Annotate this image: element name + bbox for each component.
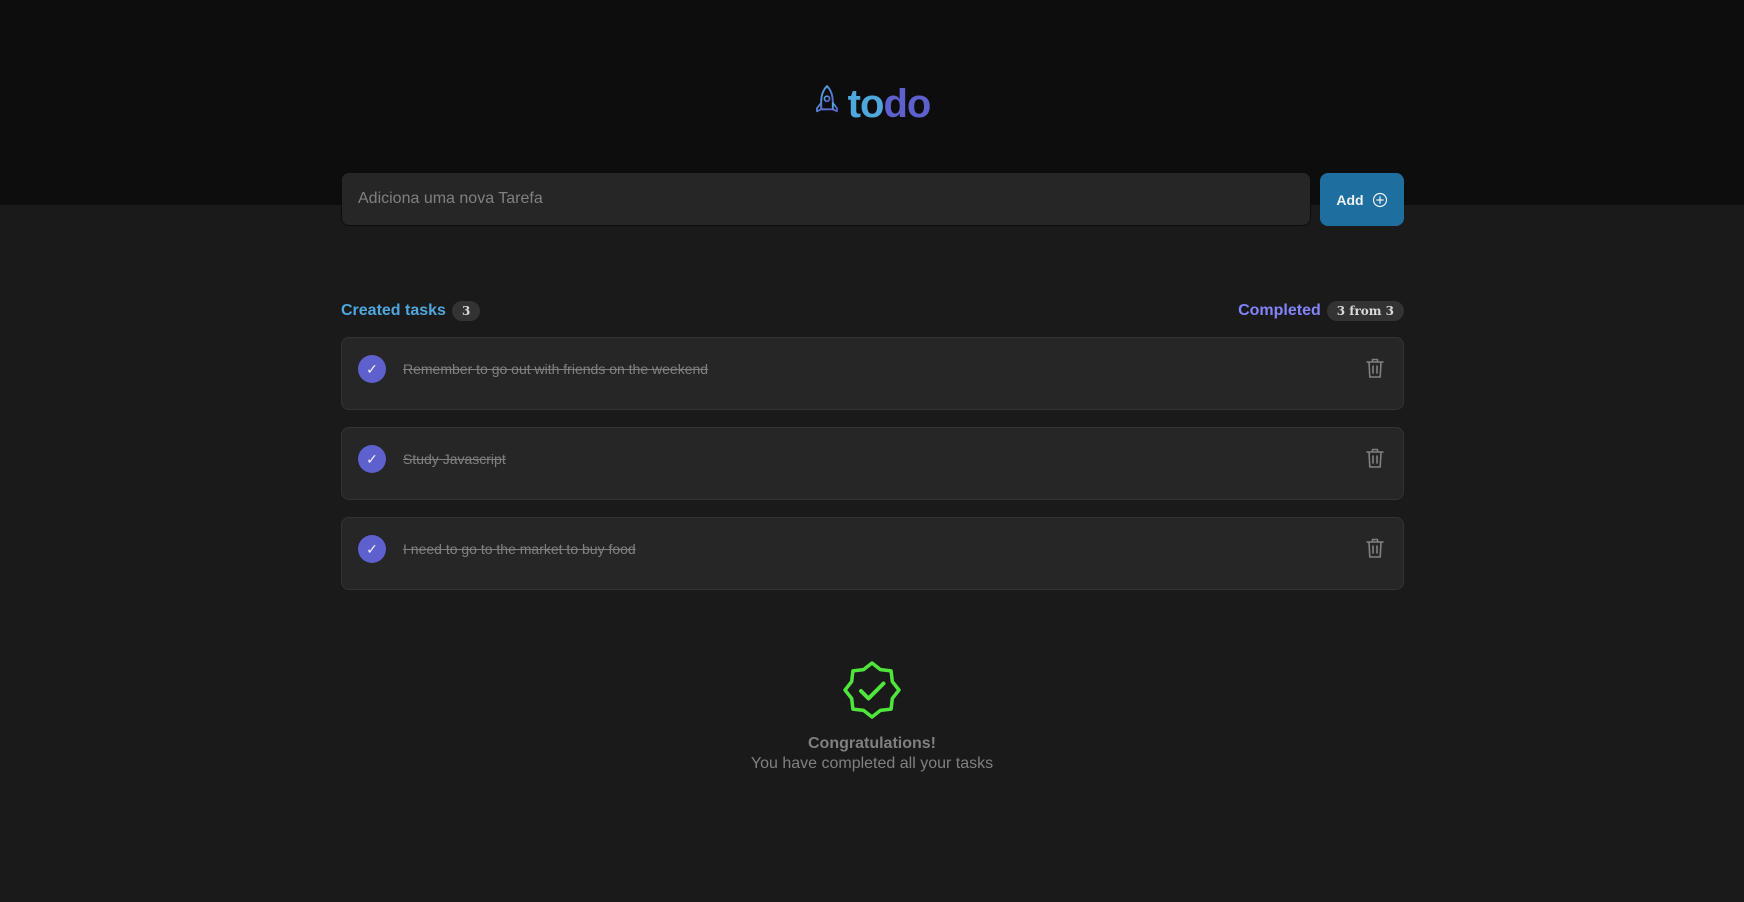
task-checkbox[interactable]: ✓	[358, 355, 386, 383]
task-item: ✓ I need to go to the market to buy food	[341, 517, 1404, 590]
trash-icon	[1366, 448, 1384, 468]
check-badge-icon	[843, 661, 901, 719]
new-task-input[interactable]	[341, 172, 1311, 226]
task-checkbox[interactable]: ✓	[358, 445, 386, 473]
logo-text-part2: do	[883, 82, 931, 126]
created-tasks-label: Created tasks	[341, 302, 446, 319]
plus-circle-icon	[1372, 192, 1387, 207]
congratulations-title: Congratulations!	[808, 735, 936, 752]
created-tasks-count: 3	[451, 301, 481, 321]
logo-text-part1: to	[847, 82, 885, 126]
task-text: I need to go to the market to buy food	[403, 541, 636, 557]
task-text: Study Javascript	[403, 451, 506, 467]
add-task-button[interactable]: Add	[1320, 173, 1404, 226]
task-item: ✓ Remember to go out with friends on the…	[341, 337, 1404, 410]
created-tasks-summary: Created tasks 3	[341, 301, 481, 321]
delete-task-button[interactable]	[1363, 356, 1387, 380]
completed-tasks-count: 3 from 3	[1326, 301, 1404, 321]
new-task-form: Add	[341, 172, 1404, 226]
delete-task-button[interactable]	[1363, 536, 1387, 560]
delete-task-button[interactable]	[1363, 446, 1387, 470]
task-checkbox[interactable]: ✓	[358, 535, 386, 563]
checkmark-icon: ✓	[366, 450, 378, 467]
checkmark-icon: ✓	[366, 360, 378, 377]
trash-icon	[1366, 358, 1384, 378]
logo-text: todo	[847, 82, 932, 126]
congratulations-panel: Congratulations! You have completed all …	[0, 660, 1744, 774]
completed-tasks-summary: Completed 3 from 3	[1238, 301, 1404, 321]
completed-tasks-label: Completed	[1238, 302, 1321, 319]
add-button-label: Add	[1336, 191, 1364, 208]
task-item: ✓ Study Javascript	[341, 427, 1404, 500]
task-text: Remember to go out with friends on the w…	[403, 361, 709, 377]
rocket-icon	[815, 85, 838, 123]
trash-icon	[1366, 538, 1384, 558]
task-list: ✓ Remember to go out with friends on the…	[341, 337, 1404, 590]
task-summary: Created tasks 3 Completed 3 from 3	[341, 299, 1404, 323]
app-logo: todo	[0, 82, 1744, 126]
checkmark-icon: ✓	[366, 540, 378, 557]
congratulations-subtitle: You have completed all your tasks	[750, 755, 994, 772]
